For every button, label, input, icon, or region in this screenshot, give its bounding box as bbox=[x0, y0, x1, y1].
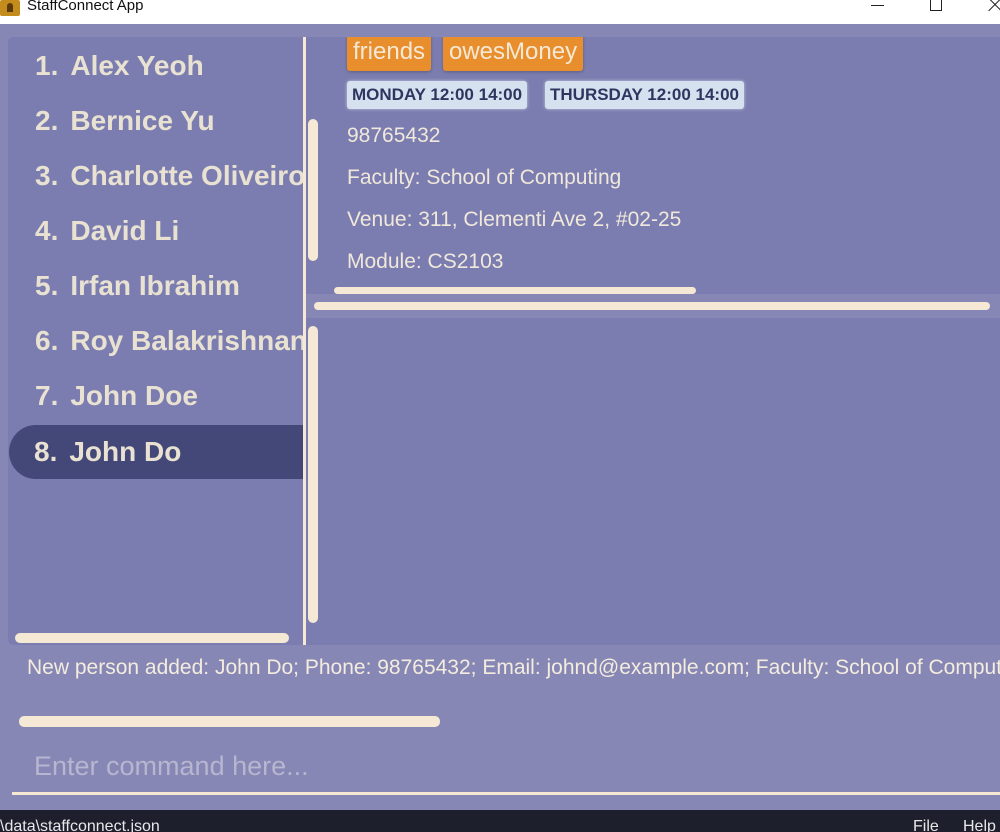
tag-owes-money: owesMoney bbox=[443, 37, 584, 71]
list-item[interactable]: 4. David Li bbox=[10, 204, 304, 258]
module-text: Module: CS2103 bbox=[347, 250, 504, 273]
person-detail-panel: friends owesMoney MONDAY 12:00 14:00 THU… bbox=[306, 37, 1000, 294]
close-icon[interactable] bbox=[986, 0, 1000, 14]
list-item-index: 5. bbox=[35, 270, 59, 301]
app-icon bbox=[0, 0, 20, 16]
help-menu[interactable]: Help bbox=[963, 818, 996, 832]
list-item-name: John Doe bbox=[70, 380, 198, 411]
person-list[interactable]: 1. Alex Yeoh 2. Bernice Yu 3. Charlotte Oli… bbox=[8, 37, 304, 645]
venue-text: Venue: 311, Clementi Ave 2, #02-25 bbox=[347, 208, 682, 231]
list-horizontal-scrollbar[interactable] bbox=[15, 633, 289, 643]
detail-outer-horizontal-scrollbar[interactable] bbox=[314, 302, 990, 310]
list-item-index: 2. bbox=[35, 105, 59, 136]
list-item[interactable]: 3. Charlotte Oliveiro bbox=[10, 149, 304, 203]
phone-text: 98765432 bbox=[347, 124, 441, 147]
save-location-path: \data\staffconnect.json bbox=[0, 818, 160, 832]
list-item-index: 7. bbox=[35, 380, 59, 411]
list-item-index: 3. bbox=[35, 160, 59, 191]
minimize-icon[interactable] bbox=[871, 0, 885, 14]
list-item-name: Roy Balakrishnan bbox=[70, 325, 304, 356]
list-item-index: 1. bbox=[35, 50, 59, 81]
faculty-text: Faculty: School of Computing bbox=[347, 166, 622, 189]
tag-friends: friends bbox=[347, 37, 432, 71]
list-item-name: John Do bbox=[69, 436, 182, 467]
maximize-icon[interactable] bbox=[930, 0, 942, 11]
list-item-index: 8. bbox=[34, 436, 58, 467]
result-display: New person added: John Do; Phone: 987654… bbox=[27, 656, 1000, 679]
detail-vertical-scrollbar[interactable] bbox=[308, 119, 318, 261]
status-bar: \data\staffconnect.json File Help bbox=[0, 810, 1000, 832]
list-item-name: Charlotte Oliveiro bbox=[70, 160, 304, 191]
content-vertical-scrollbar[interactable] bbox=[308, 326, 318, 623]
list-item-selected[interactable]: 8. John Do bbox=[9, 425, 304, 479]
list-item-index: 4. bbox=[35, 215, 59, 246]
list-item[interactable]: 2. Bernice Yu bbox=[10, 94, 304, 148]
result-horizontal-scrollbar[interactable] bbox=[19, 716, 440, 727]
list-item[interactable]: 5. Irfan Ibrahim bbox=[10, 259, 304, 313]
list-item-index: 6. bbox=[35, 325, 59, 356]
list-item[interactable]: 6. Roy Balakrishnan bbox=[10, 314, 304, 368]
list-item-name: Bernice Yu bbox=[70, 105, 215, 136]
list-item[interactable]: 1. Alex Yeoh bbox=[10, 39, 304, 93]
command-input[interactable] bbox=[12, 740, 1000, 792]
list-item-name: Alex Yeoh bbox=[70, 50, 204, 81]
availability-badge: THURSDAY 12:00 14:00 bbox=[545, 81, 744, 109]
list-item-name: Irfan Ibrahim bbox=[70, 270, 240, 301]
availability-badge: MONDAY 12:00 14:00 bbox=[347, 81, 528, 109]
list-item[interactable]: 7. John Doe bbox=[10, 369, 304, 423]
empty-content-panel bbox=[306, 318, 1000, 645]
file-menu[interactable]: File bbox=[913, 818, 939, 832]
detail-horizontal-scrollbar[interactable] bbox=[334, 287, 696, 294]
title-bar: StaffConnect App bbox=[0, 0, 1000, 24]
window-title: StaffConnect App bbox=[27, 0, 144, 14]
command-underline bbox=[12, 792, 1000, 795]
list-item-name: David Li bbox=[70, 215, 180, 246]
